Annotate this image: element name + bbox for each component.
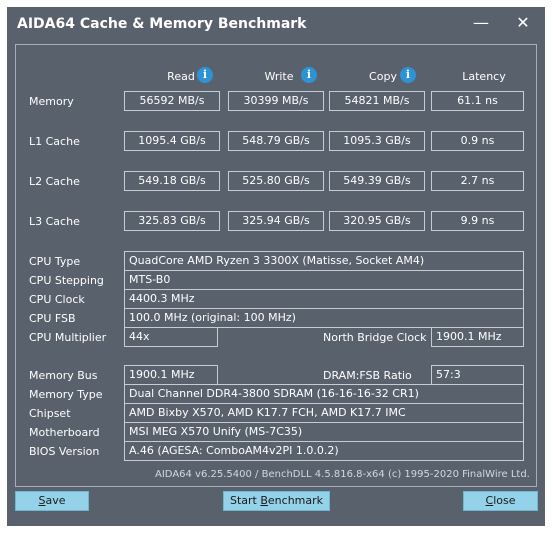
start-accelerator: B [260,494,268,507]
start-label-rest: enchmark [267,494,324,507]
l2-copy-value: 549.39 GB/s [329,171,425,191]
memory-row-label: Memory [29,95,74,108]
l1-row-label: L1 Cache [29,135,80,148]
cpu-type-value: QuadCore AMD Ryzen 3 3300X (Matisse, Soc… [124,251,524,271]
l3-write-value: 325.94 GB/s [228,211,324,231]
chipset-value: AMD Bixby X570, AMD K17.7 FCH, AMD K17.7… [124,403,524,423]
memory-bus-value: 1900.1 MHz [124,365,218,385]
cpu-stepping-value: MTS-B0 [124,270,524,290]
l3-read-value: 325.83 GB/s [124,211,220,231]
dram-fsb-ratio-label: DRAM:FSB Ratio [323,369,412,382]
cpu-fsb-label: CPU FSB [29,312,76,325]
close-button[interactable]: Close [463,491,538,511]
copy-info-icon[interactable]: i [400,67,416,83]
l2-latency-value: 2.7 ns [431,171,524,191]
l1-read-value: 1095.4 GB/s [124,131,220,151]
cpu-clock-value: 4400.3 MHz [124,289,524,309]
l3-row-label: L3 Cache [29,215,80,228]
memory-read-value: 56592 MB/s [124,91,220,111]
l1-latency-value: 0.9 ns [431,131,524,151]
start-label-prefix: Start [229,494,261,507]
minimize-icon[interactable]: — [469,12,493,34]
write-info-icon[interactable]: i [301,67,317,83]
memory-type-label: Memory Type [29,388,103,401]
cpu-type-label: CPU Type [29,255,81,268]
results-panel: Read i Write i Copy i Latency Memory 565… [15,44,537,487]
memory-write-value: 30399 MB/s [228,91,324,111]
l2-write-value: 525.80 GB/s [228,171,324,191]
save-button[interactable]: Save [15,491,89,511]
bios-version-value: A.46 (AGESA: ComboAM4v2PI 1.0.0.2) [124,441,524,461]
dram-fsb-ratio-value: 57:3 [431,365,524,385]
title-bar: AIDA64 Cache & Memory Benchmark — ✕ [7,7,545,39]
nb-clock-label: North Bridge Clock [323,331,427,344]
memory-type-value: Dual Channel DDR4-3800 SDRAM (16-16-16-3… [124,384,524,404]
latency-header: Latency [462,70,506,83]
l3-copy-value: 320.95 GB/s [329,211,425,231]
l3-latency-value: 9.9 ns [431,211,524,231]
memory-copy-value: 54821 MB/s [329,91,425,111]
benchmark-window: AIDA64 Cache & Memory Benchmark — ✕ Read… [7,7,545,526]
cpu-clock-label: CPU Clock [29,293,85,306]
cpu-multiplier-label: CPU Multiplier [29,331,107,344]
version-footer: AIDA64 v6.25.5400 / BenchDLL 4.5.816.8-x… [155,469,530,480]
chipset-label: Chipset [29,407,71,420]
motherboard-value: MSI MEG X570 Unify (MS-7C35) [124,422,524,442]
cpu-stepping-label: CPU Stepping [29,274,104,287]
cpu-fsb-value: 100.0 MHz (original: 100 MHz) [124,308,524,328]
write-header: Write [264,70,294,83]
cpu-multiplier-value: 44x [124,327,218,347]
memory-bus-label: Memory Bus [29,369,98,382]
nb-clock-value: 1900.1 MHz [431,327,524,347]
read-info-icon[interactable]: i [197,67,213,83]
memory-latency-value: 61.1 ns [431,91,524,111]
l2-read-value: 549.18 GB/s [124,171,220,191]
l1-write-value: 548.79 GB/s [228,131,324,151]
window-title: AIDA64 Cache & Memory Benchmark [17,16,307,32]
l2-row-label: L2 Cache [29,175,80,188]
close-label: lose [493,494,516,507]
l1-copy-value: 1095.3 GB/s [329,131,425,151]
start-benchmark-button[interactable]: Start Benchmark [223,491,330,511]
save-label: ave [45,494,66,507]
close-icon[interactable]: ✕ [511,12,535,34]
motherboard-label: Motherboard [29,426,100,439]
bios-version-label: BIOS Version [29,445,100,458]
